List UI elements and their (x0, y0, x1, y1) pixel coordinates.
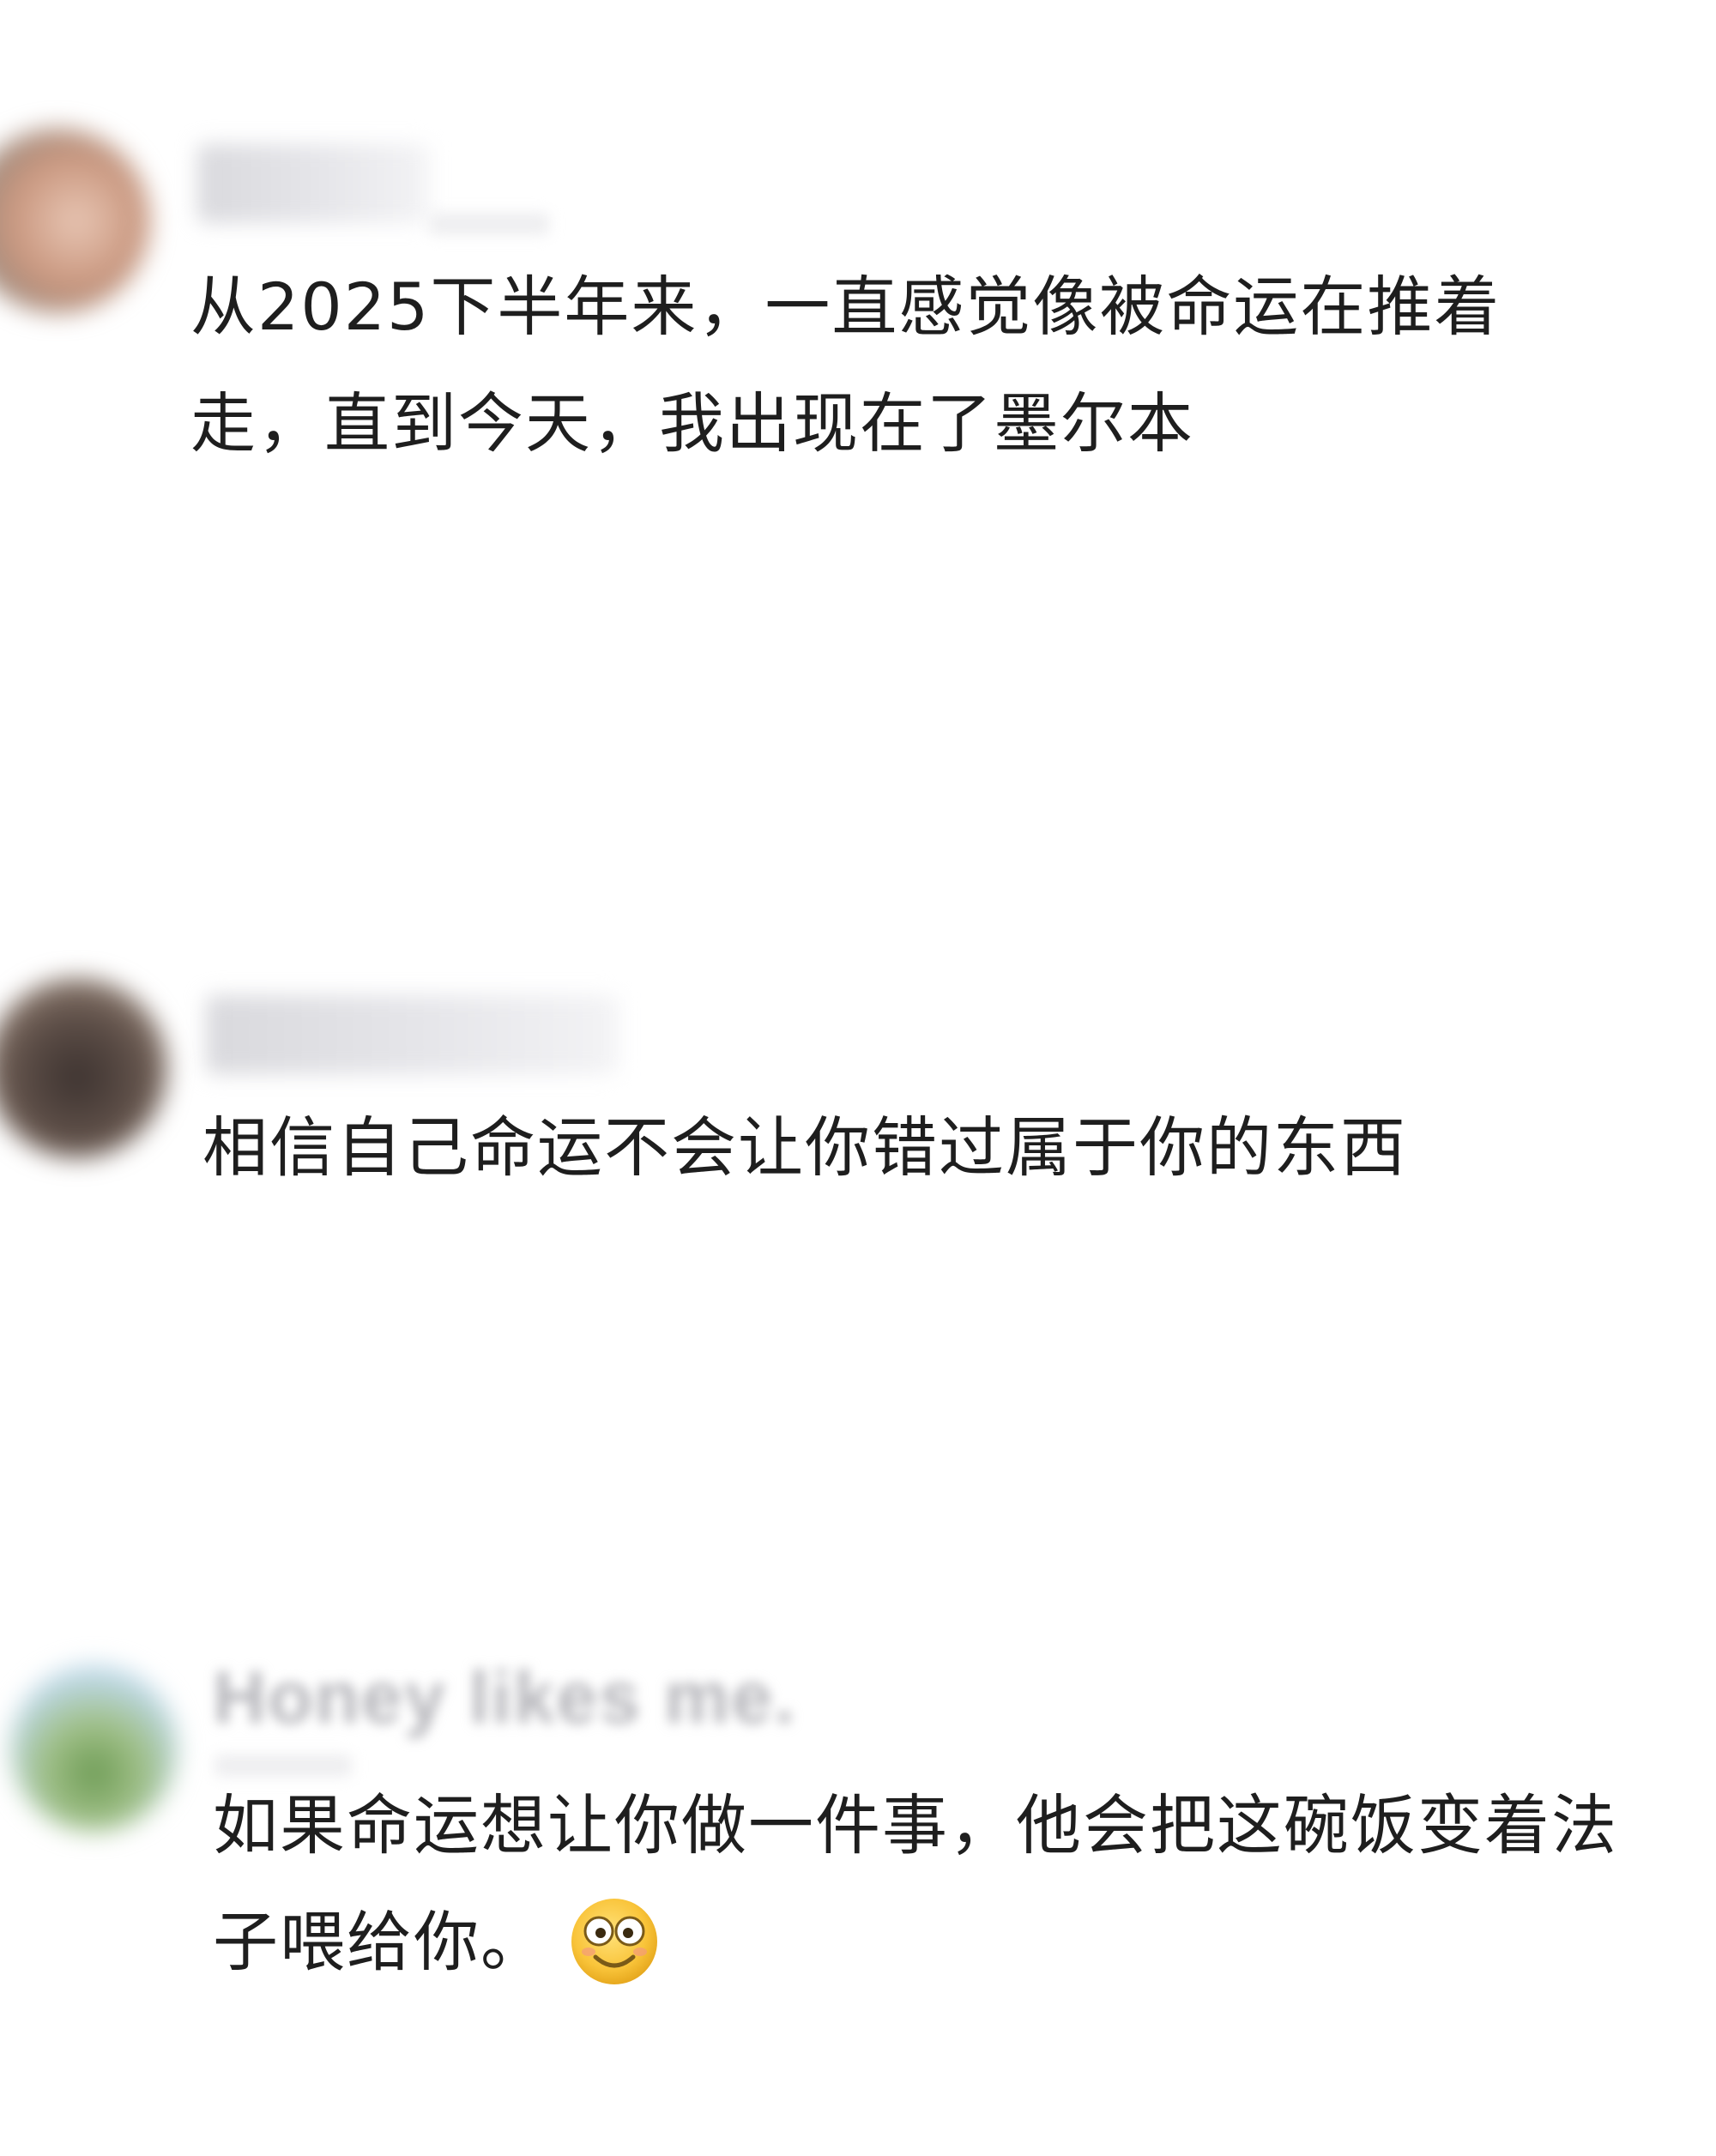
comment-text: 相信自己命运不会让你错过属于你的东西 (202, 1109, 1407, 1186)
avatar[interactable] (0, 129, 150, 313)
username[interactable] (197, 144, 429, 223)
comment-text: 从2025下半年来，一直感觉像被命运在推着走，直到今天，我出现在了墨尔本 (190, 269, 1502, 462)
smiling-face-icon (568, 1895, 661, 1988)
comment-meta (429, 213, 549, 235)
comment-text: 如果命运想让你做一件事，他会把这碗饭变着法子喂给你。 (213, 1767, 1671, 2001)
username[interactable]: Honey likes me. (213, 1656, 796, 1741)
avatar[interactable] (10, 1664, 178, 1832)
username[interactable] (206, 995, 618, 1074)
avatar[interactable] (0, 978, 167, 1158)
comment-text-content: 如果命运想让你做一件事，他会把这碗饭变着法子喂给你。 (213, 1787, 1618, 1980)
